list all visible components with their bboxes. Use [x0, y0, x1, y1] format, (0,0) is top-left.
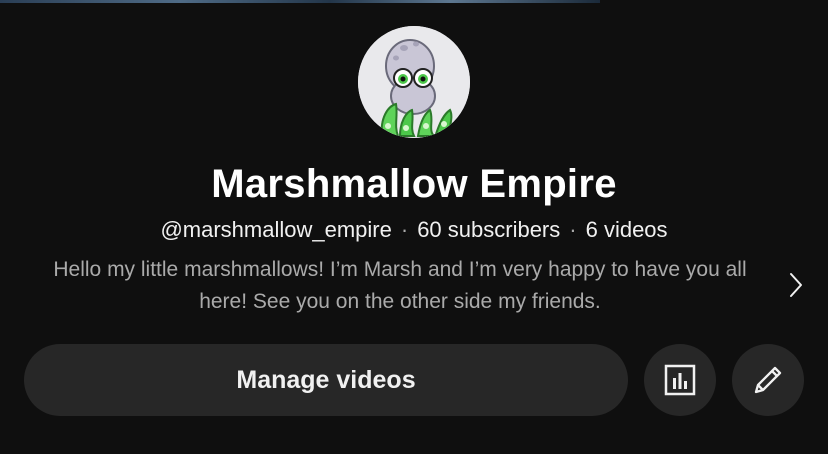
channel-meta: @marshmallow_empire · 60 subscribers · 6 vid…: [0, 216, 828, 244]
manage-videos-button[interactable]: Manage videos: [24, 344, 628, 416]
meta-separator: ·: [400, 217, 409, 242]
meta-separator: ·: [569, 217, 577, 242]
bar-chart-icon: [664, 364, 696, 396]
channel-banner: [0, 0, 600, 3]
octopus-avatar-icon: [358, 26, 470, 138]
video-count: 6 videos: [585, 217, 668, 242]
channel-handle[interactable]: @marshmallow_empire: [160, 217, 391, 242]
chevron-right-icon[interactable]: [786, 270, 806, 300]
channel-title: Marshmallow Empire: [211, 162, 617, 206]
analytics-button[interactable]: [644, 344, 716, 416]
manage-videos-label: Manage videos: [236, 365, 416, 394]
pencil-icon: [754, 366, 782, 394]
subscriber-count: 60 subscribers: [417, 217, 561, 242]
channel-description[interactable]: Hello my little marshmallows! I’m Marsh …: [30, 254, 770, 318]
edit-channel-button[interactable]: [732, 344, 804, 416]
channel-avatar[interactable]: [358, 26, 470, 138]
channel-header: Marshmallow Empire @marshmallow_empire · 6…: [0, 0, 828, 454]
